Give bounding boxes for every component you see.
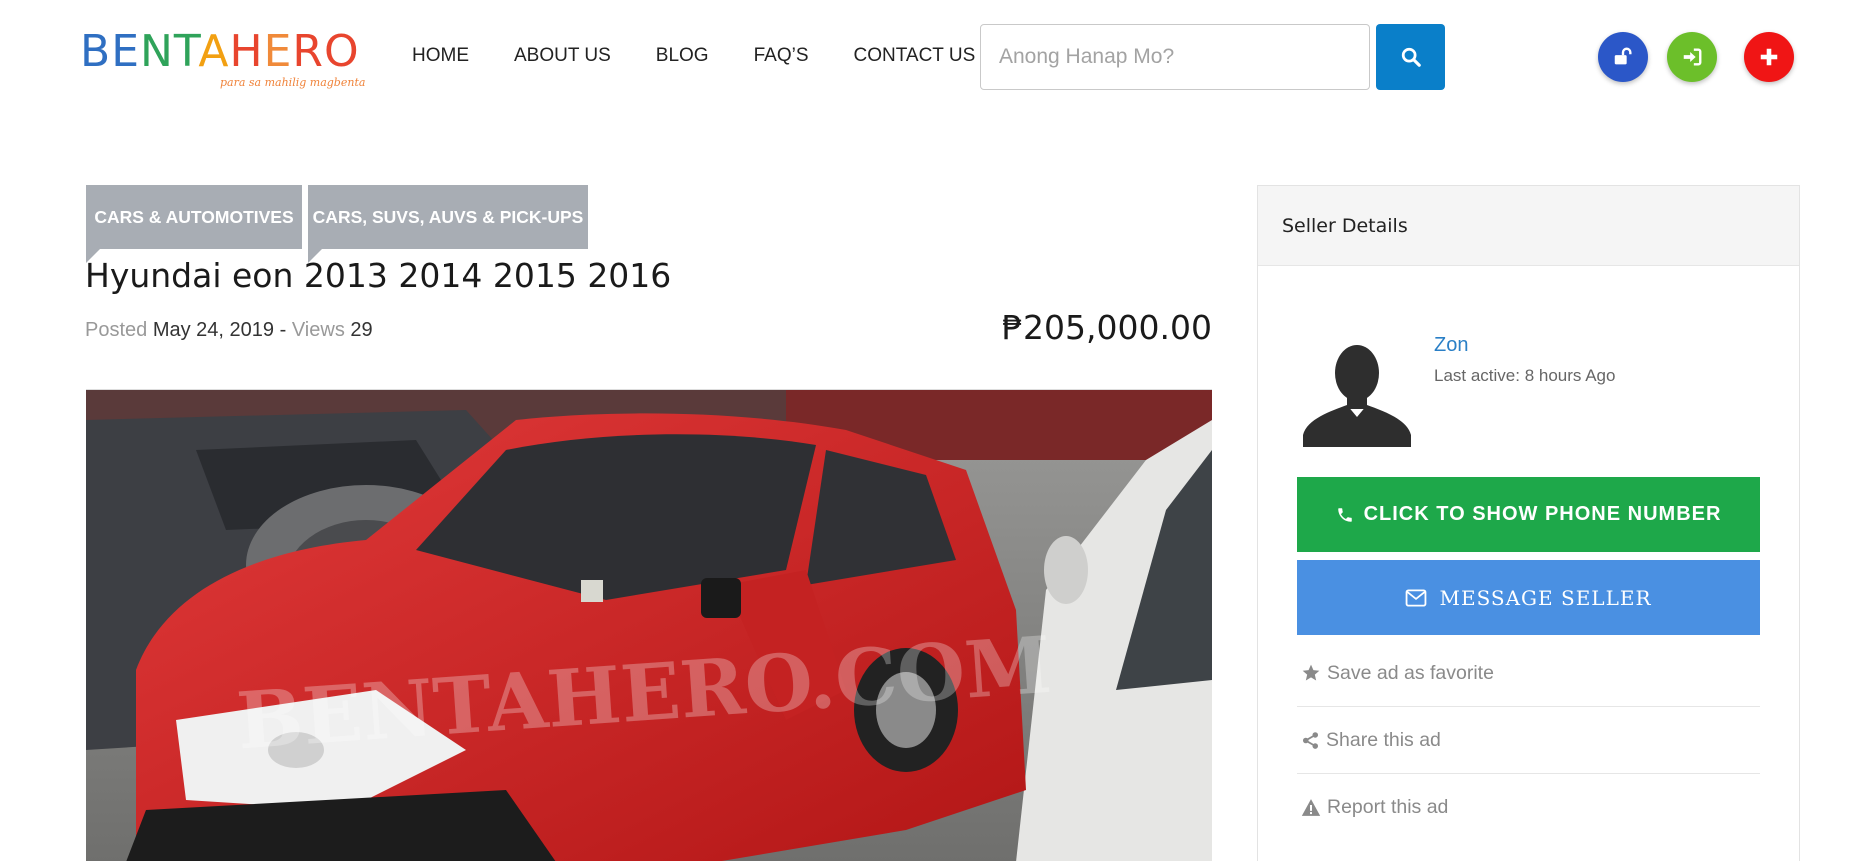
views-label: Views xyxy=(291,319,345,341)
logo-tagline: para sa mahilig magbenta xyxy=(220,76,366,89)
nav-home[interactable]: HOME xyxy=(412,44,469,68)
report-ad-action[interactable]: Report this ad xyxy=(1297,774,1760,841)
share-icon xyxy=(1302,731,1319,749)
category-badge-cars-automotives[interactable]: CARS & AUTOMOTIVES xyxy=(86,185,302,263)
show-phone-button[interactable]: CLICK TO SHOW PHONE NUMBER xyxy=(1297,477,1760,552)
save-favorite-action[interactable]: Save ad as favorite xyxy=(1297,640,1760,707)
listing-price: ₱205,000.00 xyxy=(1002,308,1212,347)
nav-blog[interactable]: BLOG xyxy=(656,44,709,68)
listing-meta: Posted May 24, 2019 - Views 29 xyxy=(85,319,373,342)
category-badge-cars-suvs[interactable]: CARS, SUVS, AUVS & PICK-UPS xyxy=(308,185,588,263)
posted-date: May 24, 2019 xyxy=(152,319,275,341)
seller-last-active: Last active: 8 hours Ago xyxy=(1434,366,1616,385)
logo-letter: B xyxy=(80,26,112,77)
logo-letter: O xyxy=(323,26,360,77)
seller-panel-title: Seller Details xyxy=(1258,186,1799,266)
star-icon xyxy=(1302,664,1320,681)
search-input[interactable] xyxy=(980,24,1370,90)
seller-panel: Seller Details Zon Last active: 8 hours … xyxy=(1257,185,1800,861)
login-button[interactable] xyxy=(1667,32,1717,82)
sign-in-icon xyxy=(1683,48,1702,66)
share-ad-action[interactable]: Share this ad xyxy=(1297,707,1760,774)
logo-letter: A xyxy=(198,26,230,77)
search-button[interactable] xyxy=(1376,24,1445,90)
nav-faqs[interactable]: FAQ’S xyxy=(754,44,809,68)
logo-letter: T xyxy=(173,26,199,77)
logo-letter: N xyxy=(140,26,174,77)
post-ad-button[interactable] xyxy=(1744,32,1794,82)
warning-icon xyxy=(1301,799,1321,816)
nav-contact-us[interactable]: CONTACT US xyxy=(854,44,976,68)
listing-photo[interactable]: BENTAHERO.COM xyxy=(86,389,1212,861)
message-seller-label: MESSAGE SELLER xyxy=(1439,585,1652,610)
listing-title: Hyundai eon 2013 2014 2015 2016 xyxy=(85,256,672,295)
main-nav: HOME ABOUT US BLOG FAQ’S CONTACT US xyxy=(412,44,1020,68)
show-phone-label: CLICK TO SHOW PHONE NUMBER xyxy=(1363,503,1722,525)
report-ad-label: Report this ad xyxy=(1327,796,1449,818)
unlock-icon xyxy=(1614,47,1632,65)
logo-letter: H xyxy=(229,26,264,77)
nav-about-us[interactable]: ABOUT US xyxy=(514,44,611,68)
views-count: 29 xyxy=(350,319,373,341)
logo-wordmark: BENTAHERO xyxy=(80,26,365,78)
share-ad-label: Share this ad xyxy=(1326,728,1441,751)
car-photo-illustration: BENTAHERO.COM xyxy=(86,390,1212,861)
posted-label: Posted xyxy=(85,319,148,341)
search-icon xyxy=(1401,47,1421,67)
plus-icon xyxy=(1760,48,1778,66)
logo-letter: R xyxy=(292,26,324,77)
logo-letter: E xyxy=(263,26,293,77)
save-favorite-label: Save ad as favorite xyxy=(1327,661,1494,684)
meta-separator: - xyxy=(279,319,287,341)
seller-name-link[interactable]: Zon xyxy=(1434,334,1468,357)
site-header: BENTAHERO para sa mahilig magbenta HOME … xyxy=(0,0,1875,115)
logo-letter: E xyxy=(111,26,140,77)
seller-avatar xyxy=(1303,345,1411,447)
site-logo[interactable]: BENTAHERO para sa mahilig magbenta xyxy=(80,26,365,96)
message-seller-button[interactable]: MESSAGE SELLER xyxy=(1297,560,1760,635)
phone-icon xyxy=(1337,507,1352,522)
unlock-button[interactable] xyxy=(1598,32,1648,82)
envelope-icon xyxy=(1406,588,1427,607)
